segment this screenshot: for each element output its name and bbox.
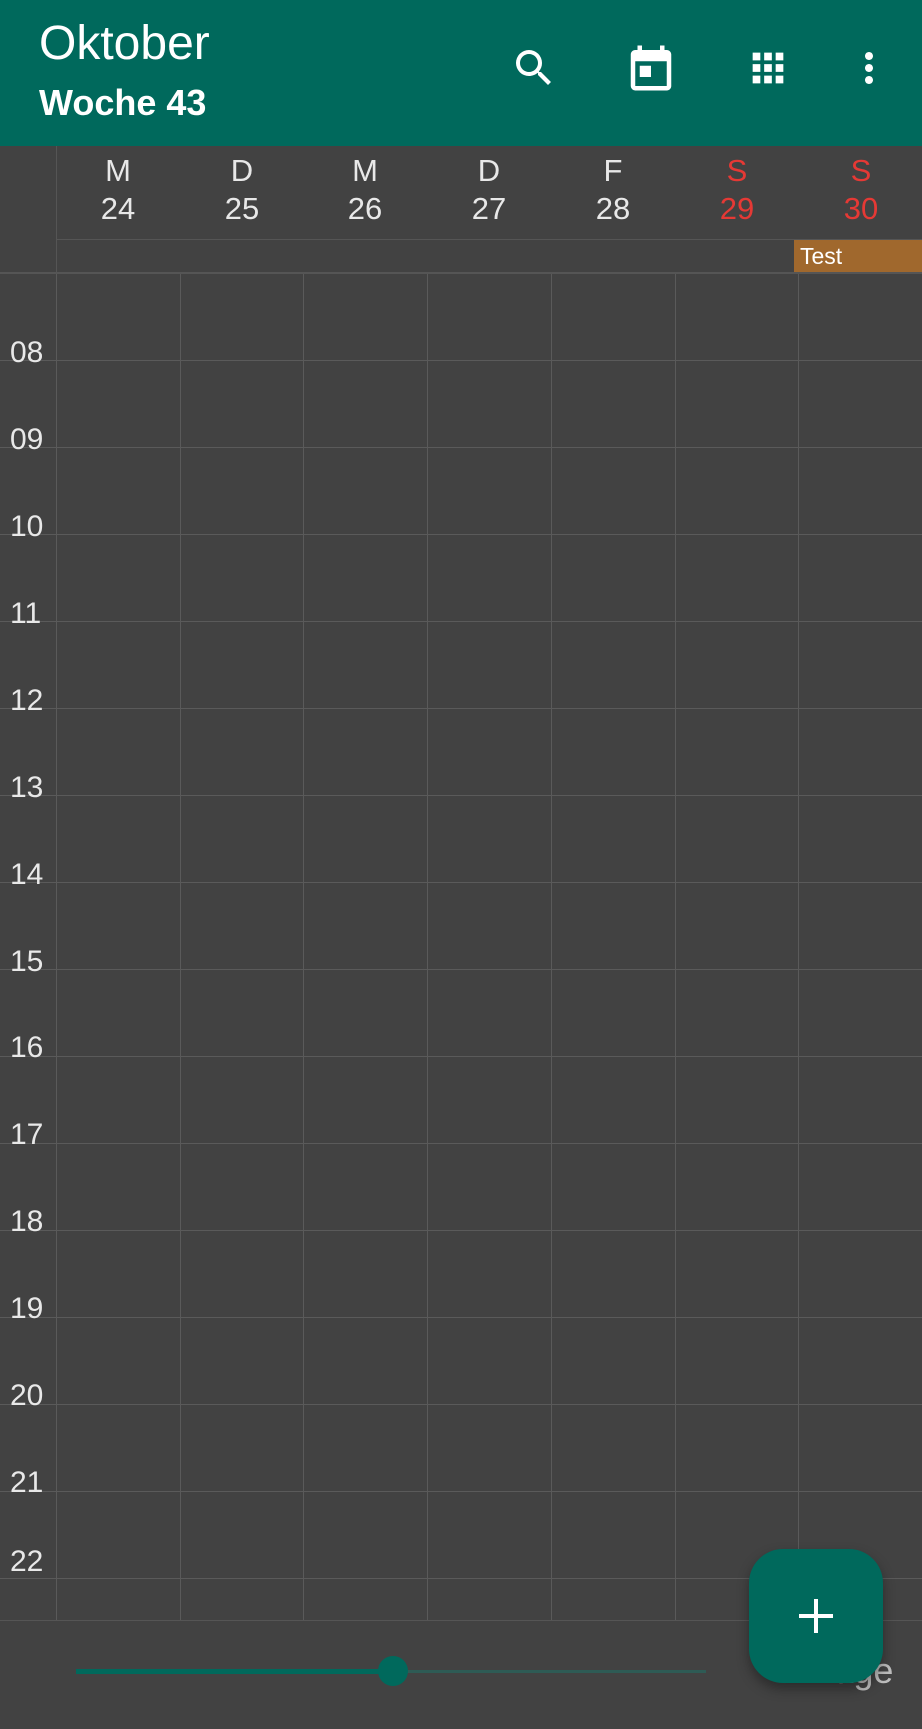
hour-line [0,1143,922,1144]
hour-line [0,534,922,535]
hour-line [0,360,922,361]
day-number: 25 [224,191,260,226]
day-number: 30 [843,191,879,226]
calendar-today-icon [630,45,672,91]
days-slider-thumb[interactable] [378,1656,408,1686]
hour-line [0,1317,922,1318]
day-header-26[interactable]: M 26 [303,146,427,240]
plus-icon [799,1599,833,1633]
day-letter: M [352,153,378,188]
day-letter: F [603,153,623,188]
day-header-25[interactable]: D 25 [180,146,304,240]
day-number: 28 [595,191,631,226]
header-divider [56,146,57,273]
column-line [180,274,181,1620]
day-header-29[interactable]: S 29 [675,146,799,240]
column-line [798,274,799,1620]
hour-label: 09 [10,423,44,456]
days-slider-fill [76,1669,392,1674]
day-number: 29 [719,191,755,226]
hour-label: 19 [10,1292,44,1325]
all-day-event[interactable]: Test [794,240,922,272]
day-number: 24 [100,191,136,226]
app-bar: Oktober Woche 43 [0,0,922,146]
hour-label: 11 [10,597,42,630]
week-grid[interactable] [0,274,922,1620]
hour-line [0,882,922,883]
hour-label: 12 [10,684,44,717]
hour-label: 16 [10,1031,44,1064]
hour-label: 15 [10,945,44,978]
grid-view-icon [752,52,784,84]
hour-line [0,1056,922,1057]
day-header-28[interactable]: F 28 [551,146,675,240]
more-vert-icon [865,52,873,84]
week-subtitle: Woche 43 [39,82,207,123]
hour-line [0,969,922,970]
day-letter: M [105,153,131,188]
hour-label: 08 [10,336,44,369]
column-line [56,274,57,1620]
hour-line [0,621,922,622]
today-button[interactable] [617,34,685,102]
column-line [427,274,428,1620]
hour-label: 14 [10,858,44,891]
hour-label: 21 [10,1466,44,1499]
add-event-button[interactable] [749,1549,883,1683]
hour-line [0,1491,922,1492]
month-title[interactable]: Oktober [39,16,210,71]
day-number: 26 [347,191,383,226]
search-icon [516,50,551,85]
day-header-27[interactable]: D 27 [427,146,551,240]
day-header-30[interactable]: S 30 [799,146,922,240]
all-day-divider [57,239,922,240]
search-button[interactable] [500,34,568,102]
hour-label: 18 [10,1205,44,1238]
hour-label: 17 [10,1118,44,1151]
day-letter: S [726,153,748,188]
day-number: 27 [471,191,507,226]
hour-label: 10 [10,510,44,543]
hour-label: 20 [10,1379,44,1412]
column-line [675,274,676,1620]
hour-line [0,795,922,796]
hour-label: 22 [10,1545,44,1578]
hour-line [0,447,922,448]
column-line [551,274,552,1620]
day-letter: D [477,153,501,188]
hour-line [0,708,922,709]
column-line [303,274,304,1620]
day-header: M 24 D 25 M 26 D 27 F 28 S 29 S 30 [0,146,922,273]
day-letter: S [850,153,872,188]
overflow-menu-button[interactable] [835,34,903,102]
hour-label: 13 [10,771,44,804]
view-mode-button[interactable] [734,34,802,102]
hour-line [0,1404,922,1405]
hour-line [0,1230,922,1231]
day-letter: D [230,153,254,188]
day-header-24[interactable]: M 24 [56,146,180,240]
